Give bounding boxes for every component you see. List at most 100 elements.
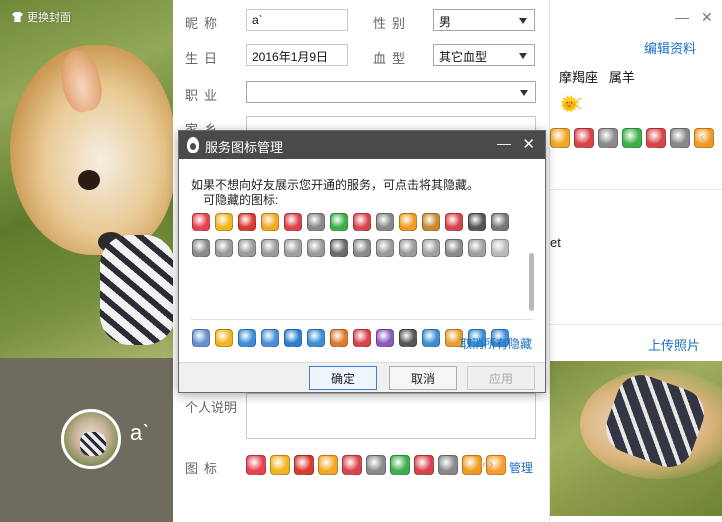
service-icon[interactable] [445,239,463,257]
cover-photo [0,0,173,358]
dialog-close-icon[interactable]: ✕ [522,135,535,153]
service-icon[interactable] [376,239,394,257]
job-select[interactable] [246,81,536,103]
birthday-field[interactable]: 2016年1月9日 [246,44,348,66]
service-icon[interactable] [342,455,362,475]
service-icon[interactable] [270,455,290,475]
service-icon[interactable] [468,239,486,257]
service-icon-manager-dialog: 服务图标管理 — ✕ 如果不想向好友展示您开通的服务，可点击将其隐藏。 可隐藏的… [178,130,546,393]
personal-note-textarea[interactable] [246,393,536,439]
cancel-all-hidden-link[interactable]: 取消所有隐藏 [460,335,532,352]
service-icon[interactable] [353,329,371,347]
avatar[interactable] [61,409,121,469]
service-icon[interactable] [192,239,210,257]
blood-type-label: 血型 [373,51,412,66]
service-icon[interactable] [353,239,371,257]
dialog-title: 服务图标管理 [205,140,284,155]
service-icon[interactable] [422,329,440,347]
service-icon[interactable] [261,329,279,347]
service-icon[interactable] [284,213,302,231]
service-icon[interactable] [399,329,417,347]
gender-select[interactable]: 男 [433,9,535,31]
service-icon[interactable] [438,455,458,475]
manage-icons-link[interactable]: 管理 [509,459,533,476]
service-icon[interactable] [261,239,279,257]
service-icon[interactable] [491,239,509,257]
service-icon[interactable] [574,128,594,148]
dialog-minimize-icon[interactable]: — [497,135,511,151]
service-icon[interactable] [307,239,325,257]
cancel-button[interactable]: 取消 [389,366,457,390]
icons-pager-preview[interactable]: ‹ › [700,130,711,144]
service-icon[interactable] [330,239,348,257]
service-icon[interactable] [598,128,618,148]
apply-button[interactable]: 应用 [467,366,535,390]
icons-label: 图标 [185,461,224,476]
section-divider [550,189,722,190]
dog-photo-eye [78,170,100,190]
dialog-titlebar[interactable]: 服务图标管理 — ✕ [179,131,545,159]
hidable-icons-grid [192,213,510,257]
minimize-icon[interactable]: — [675,9,689,25]
change-cover-label: 更换封面 [27,12,71,24]
service-icon[interactable] [246,455,266,475]
service-icon[interactable] [330,213,348,231]
hidable-icons-label: 可隐藏的图标: [203,193,279,207]
service-icon[interactable] [318,455,338,475]
gender-label: 性别 [373,16,412,31]
service-icon[interactable] [422,213,440,231]
service-icon[interactable] [646,128,666,148]
service-icon[interactable] [238,239,256,257]
qq-penguin-icon [187,137,199,153]
service-icon[interactable] [238,329,256,347]
service-icon[interactable] [445,213,463,231]
chevron-down-icon [519,53,527,59]
section-divider [550,324,722,325]
service-icon[interactable] [215,213,233,231]
blood-type-select[interactable]: 其它血型 [433,44,535,66]
nickname-display: aˋ [130,420,150,445]
cover-panel: 更换封面 aˋ [0,0,173,522]
service-icon[interactable] [192,213,210,231]
service-icon[interactable] [670,128,690,148]
nickname-field[interactable]: aˋ [246,9,348,31]
icons-pager[interactable]: ‹ › [482,457,493,471]
service-icon[interactable] [399,213,417,231]
service-icon[interactable] [550,128,570,148]
service-icon[interactable] [399,239,417,257]
service-icon[interactable] [192,329,210,347]
service-icon[interactable] [462,455,482,475]
close-icon[interactable]: ✕ [701,9,713,26]
service-icon[interactable] [353,213,371,231]
service-icon[interactable] [366,455,386,475]
chinese-zodiac: 属羊 [608,70,635,85]
dog-photo-toy [100,235,173,345]
service-icon[interactable] [390,455,410,475]
service-icon[interactable] [622,128,642,148]
change-cover-button[interactable]: 更换封面 [12,9,71,25]
hidable-icons-scrollbar[interactable] [529,253,534,311]
service-icon[interactable] [330,329,348,347]
service-icon[interactable] [284,329,302,347]
service-icon[interactable] [284,239,302,257]
service-icon[interactable] [215,239,233,257]
moon-icon: ☾ [574,96,588,113]
service-icon[interactable] [468,213,486,231]
service-icon[interactable] [491,213,509,231]
service-icon[interactable] [307,329,325,347]
service-icon[interactable] [261,213,279,231]
shirt-icon [12,12,23,22]
service-icon[interactable] [215,329,233,347]
edit-profile-link[interactable]: 编辑资料 [644,38,696,57]
service-icon[interactable] [376,329,394,347]
service-icon[interactable] [414,455,434,475]
photo-wall-image[interactable] [550,361,722,516]
service-icon[interactable] [294,455,314,475]
service-icon[interactable] [307,213,325,231]
service-icon[interactable] [376,213,394,231]
service-icon[interactable] [422,239,440,257]
service-icon[interactable] [238,213,256,231]
ok-button[interactable]: 确定 [309,366,377,390]
upload-photo-link[interactable]: 上传照片 [648,335,700,354]
zodiac-sign: 摩羯座 [559,70,599,85]
